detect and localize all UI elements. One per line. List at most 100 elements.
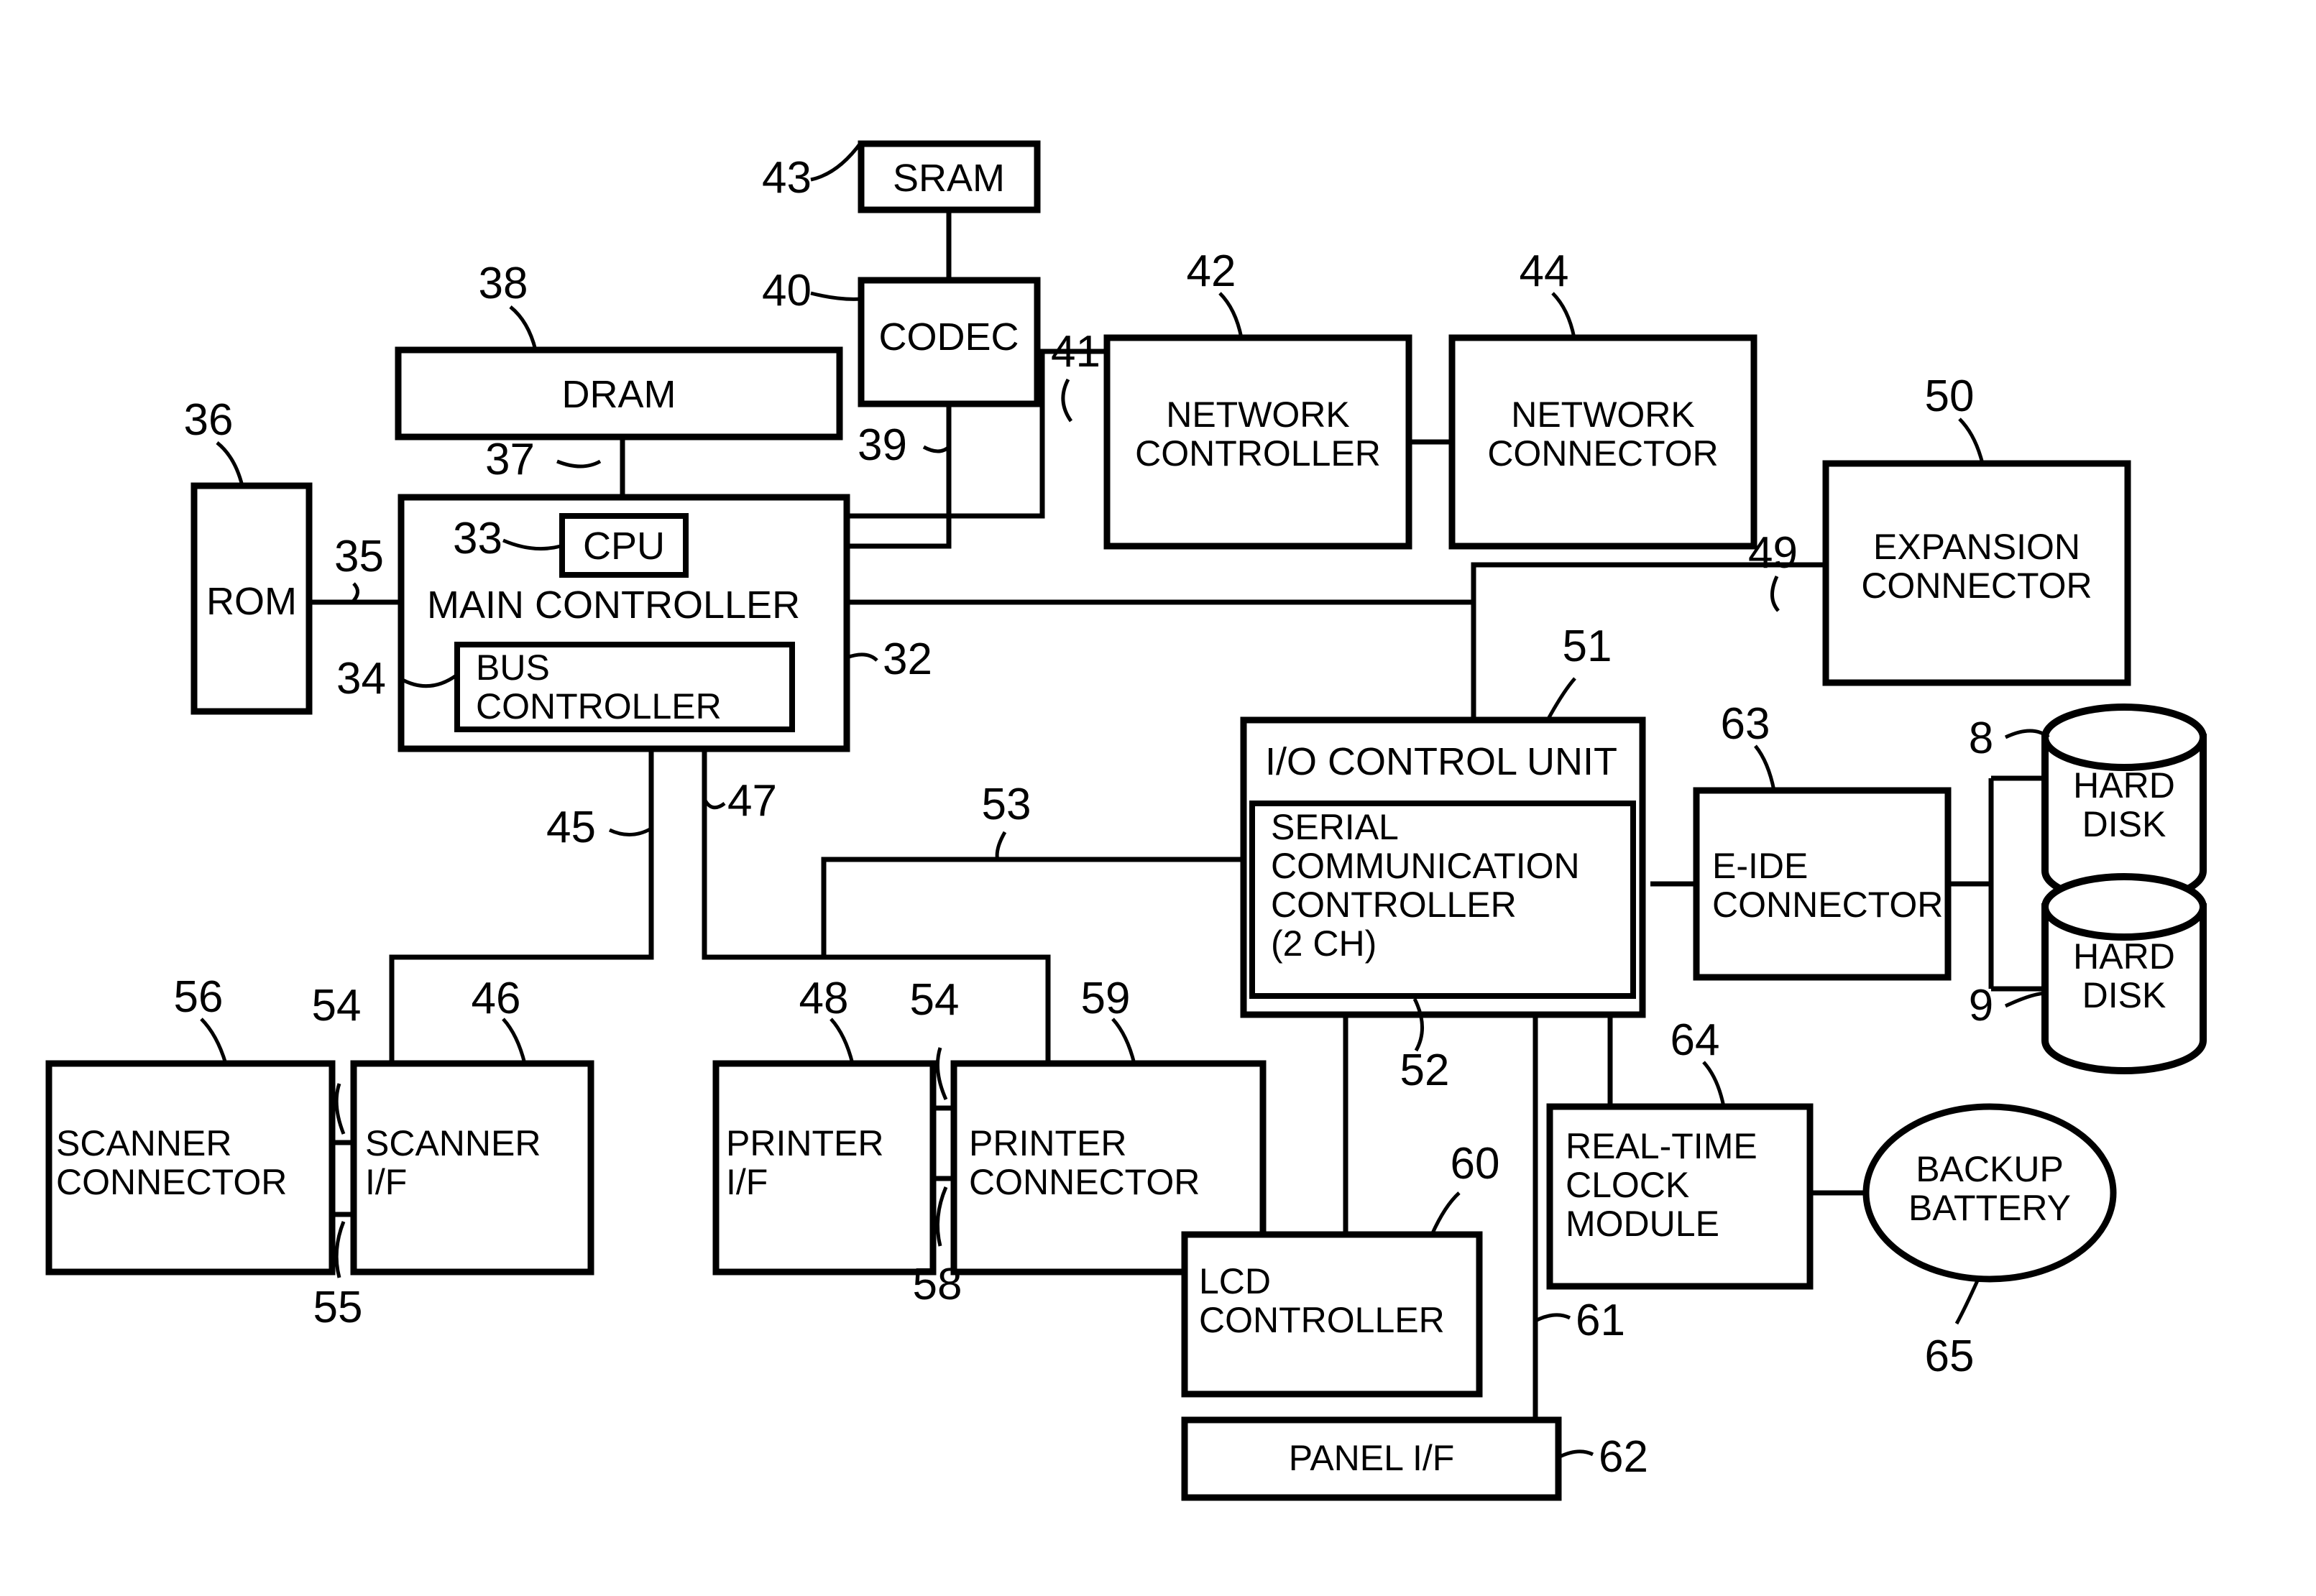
block-main-controller[interactable]: MAIN CONTROLLER CPU 33 BUS CONTROLLER 34…: [336, 494, 932, 752]
printer-cable-ref: 54: [910, 975, 960, 1025]
rtc-module-label-1: REAL-TIME: [1566, 1126, 1757, 1166]
network-controller-label-2: CONTROLLER: [1135, 433, 1381, 474]
io-control-unit-label: I/O CONTROL UNIT: [1265, 740, 1617, 783]
block-diagram-canvas: SRAM 43 CODEC 40 39 DRAM 38 37 ROM 36 35…: [0, 0, 2316, 1596]
block-rtc-module[interactable]: REAL-TIME CLOCK MODULE 64: [1546, 1015, 1814, 1290]
main-controller-label: MAIN CONTROLLER: [427, 583, 800, 627]
network-connector-ref-leader: [1551, 292, 1576, 338]
rtc-module-label-2: CLOCK: [1566, 1165, 1689, 1205]
printer-connector-label-1: PRINTER: [969, 1123, 1126, 1163]
printer-connector-ref-leader: [1111, 1018, 1136, 1064]
expansion-bus-leader: [1770, 575, 1780, 612]
panel-bus-ref-leader: [1534, 1313, 1571, 1323]
cpu-label: CPU: [583, 525, 665, 568]
io-control-unit-ref: 51: [1563, 622, 1612, 671]
bus-controller-label-2: CONTROLLER: [476, 686, 722, 726]
panel-if-ref: 62: [1599, 1432, 1648, 1482]
printer-bus-leader: [702, 798, 726, 810]
lcd-controller-ref-leader: [1430, 1191, 1461, 1236]
codec-bus-ref: 39: [858, 420, 907, 470]
io-control-unit-ref-leader: [1545, 677, 1576, 721]
scanner-bus-ref: 45: [546, 803, 596, 852]
hard-disk-1-top: [2041, 704, 2207, 771]
block-backup-battery[interactable]: BACKUP BATTERY 65: [1862, 1103, 2117, 1381]
block-scanner-connector[interactable]: SCANNER CONNECTOR 56: [45, 972, 336, 1276]
bus-controller-label-1: BUS: [476, 647, 550, 688]
rtc-module-label-3: MODULE: [1566, 1204, 1719, 1244]
block-hard-disk-1[interactable]: HARD DISK 8: [1969, 704, 2207, 905]
backup-battery-label-1: BACKUP: [1916, 1149, 2064, 1189]
block-hard-disk-2[interactable]: HARD DISK 9: [1969, 873, 2207, 1074]
scanner-if-ref-leader: [502, 1018, 527, 1064]
block-network-controller[interactable]: NETWORK CONTROLLER 42: [1103, 246, 1412, 550]
eide-connector-ref-leader: [1754, 744, 1776, 791]
wire-main-scanner: [389, 749, 654, 1064]
scanner-connector-label-2: CONNECTOR: [56, 1162, 287, 1202]
printer-connector-ref: 59: [1081, 974, 1131, 1023]
block-eide-connector[interactable]: E-IDE CONNECTOR 63: [1693, 699, 1952, 981]
serial-comm-label-4: (2 CH): [1271, 923, 1377, 964]
cpu-ref: 33: [453, 514, 502, 563]
hard-disk-2-label-1: HARD: [2073, 936, 2175, 977]
block-panel-if[interactable]: PANEL I/F 62: [1181, 1416, 1648, 1501]
dram-bus-leader: [556, 459, 602, 469]
serial-comm-label-3: CONTROLLER: [1271, 885, 1517, 925]
scanner-if-label-2: I/F: [365, 1162, 407, 1202]
rom-label: ROM: [206, 580, 297, 623]
scanner-connector-ref-leader: [200, 1018, 228, 1064]
network-bus-leader: [1061, 378, 1073, 423]
eide-connector-label-1: E-IDE: [1712, 846, 1808, 886]
serial-bus-ref: 53: [982, 780, 1031, 829]
dram-label: DRAM: [562, 373, 676, 416]
block-rom[interactable]: ROM 36: [184, 395, 313, 715]
block-network-connector[interactable]: NETWORK CONNECTOR 44: [1448, 246, 1757, 550]
panel-if-ref-leader: [1557, 1449, 1594, 1459]
block-io-control-unit[interactable]: I/O CONTROL UNIT 51 SERIAL COMMUNICATION…: [1240, 622, 1646, 1018]
printer-if-ref: 48: [799, 974, 849, 1023]
wire-main-serial: [821, 857, 1244, 957]
scanner-if-label-1: SCANNER: [365, 1123, 541, 1163]
printer-cable-ref-leader: [935, 1047, 948, 1101]
sram-label: SRAM: [893, 157, 1005, 200]
scanner-cable-ref-leader: [334, 1083, 346, 1135]
hard-disk-2-ref: 9: [1969, 981, 1993, 1030]
scanner-connector-label-1: SCANNER: [56, 1123, 231, 1163]
sram-ref: 43: [762, 153, 812, 203]
expansion-bus-ref: 49: [1748, 528, 1798, 578]
eide-connector-label-2: CONNECTOR: [1712, 885, 1943, 925]
rtc-module-ref-leader: [1702, 1061, 1726, 1107]
eide-connector-ref: 63: [1721, 699, 1770, 749]
printer-if-label-1: PRINTER: [726, 1123, 883, 1163]
sram-ref-leader: [810, 141, 863, 182]
hard-disk-2-label-2: DISK: [2082, 975, 2166, 1015]
lcd-controller-label-1: LCD: [1199, 1261, 1271, 1301]
printer-bus-ref: 47: [727, 776, 777, 826]
backup-battery-label-2: BATTERY: [1908, 1188, 2071, 1228]
block-printer-if[interactable]: PRINTER I/F 48: [712, 974, 937, 1276]
rom-bus-ref: 35: [334, 532, 384, 581]
serial-comm-label-2: COMMUNICATION: [1271, 846, 1580, 886]
scanner-connector-ref: 56: [174, 972, 224, 1022]
lcd-controller-label-2: CONTROLLER: [1199, 1300, 1445, 1340]
scanner-cable2-ref-leader: [334, 1221, 346, 1278]
backup-battery-ref: 65: [1925, 1332, 1975, 1381]
block-printer-connector[interactable]: PRINTER CONNECTOR 59: [950, 974, 1267, 1276]
printer-if-ref-leader: [830, 1018, 855, 1064]
network-bus-ref: 41: [1051, 327, 1100, 377]
hard-disk-1-label-1: HARD: [2073, 765, 2175, 806]
panel-if-label: PANEL I/F: [1289, 1438, 1455, 1478]
network-controller-ref-leader: [1218, 292, 1244, 338]
block-sram[interactable]: SRAM 43: [762, 140, 1041, 213]
printer-cable2-ref-leader: [935, 1186, 948, 1247]
dram-ref: 38: [479, 259, 528, 308]
expansion-connector-label-2: CONNECTOR: [1861, 566, 2092, 606]
expansion-connector-label-1: EXPANSION: [1873, 527, 2080, 567]
expansion-connector-ref-leader: [1958, 418, 1985, 464]
lcd-controller-ref: 60: [1451, 1139, 1500, 1189]
codec-ref: 40: [762, 266, 812, 315]
printer-connector-label-2: CONNECTOR: [969, 1162, 1200, 1202]
scanner-cable2-ref: 55: [313, 1283, 363, 1332]
block-expansion-connector[interactable]: EXPANSION CONNECTOR 50: [1822, 372, 2131, 686]
printer-if-label-2: I/F: [726, 1162, 768, 1202]
hard-disk-1-label-2: DISK: [2082, 804, 2166, 844]
